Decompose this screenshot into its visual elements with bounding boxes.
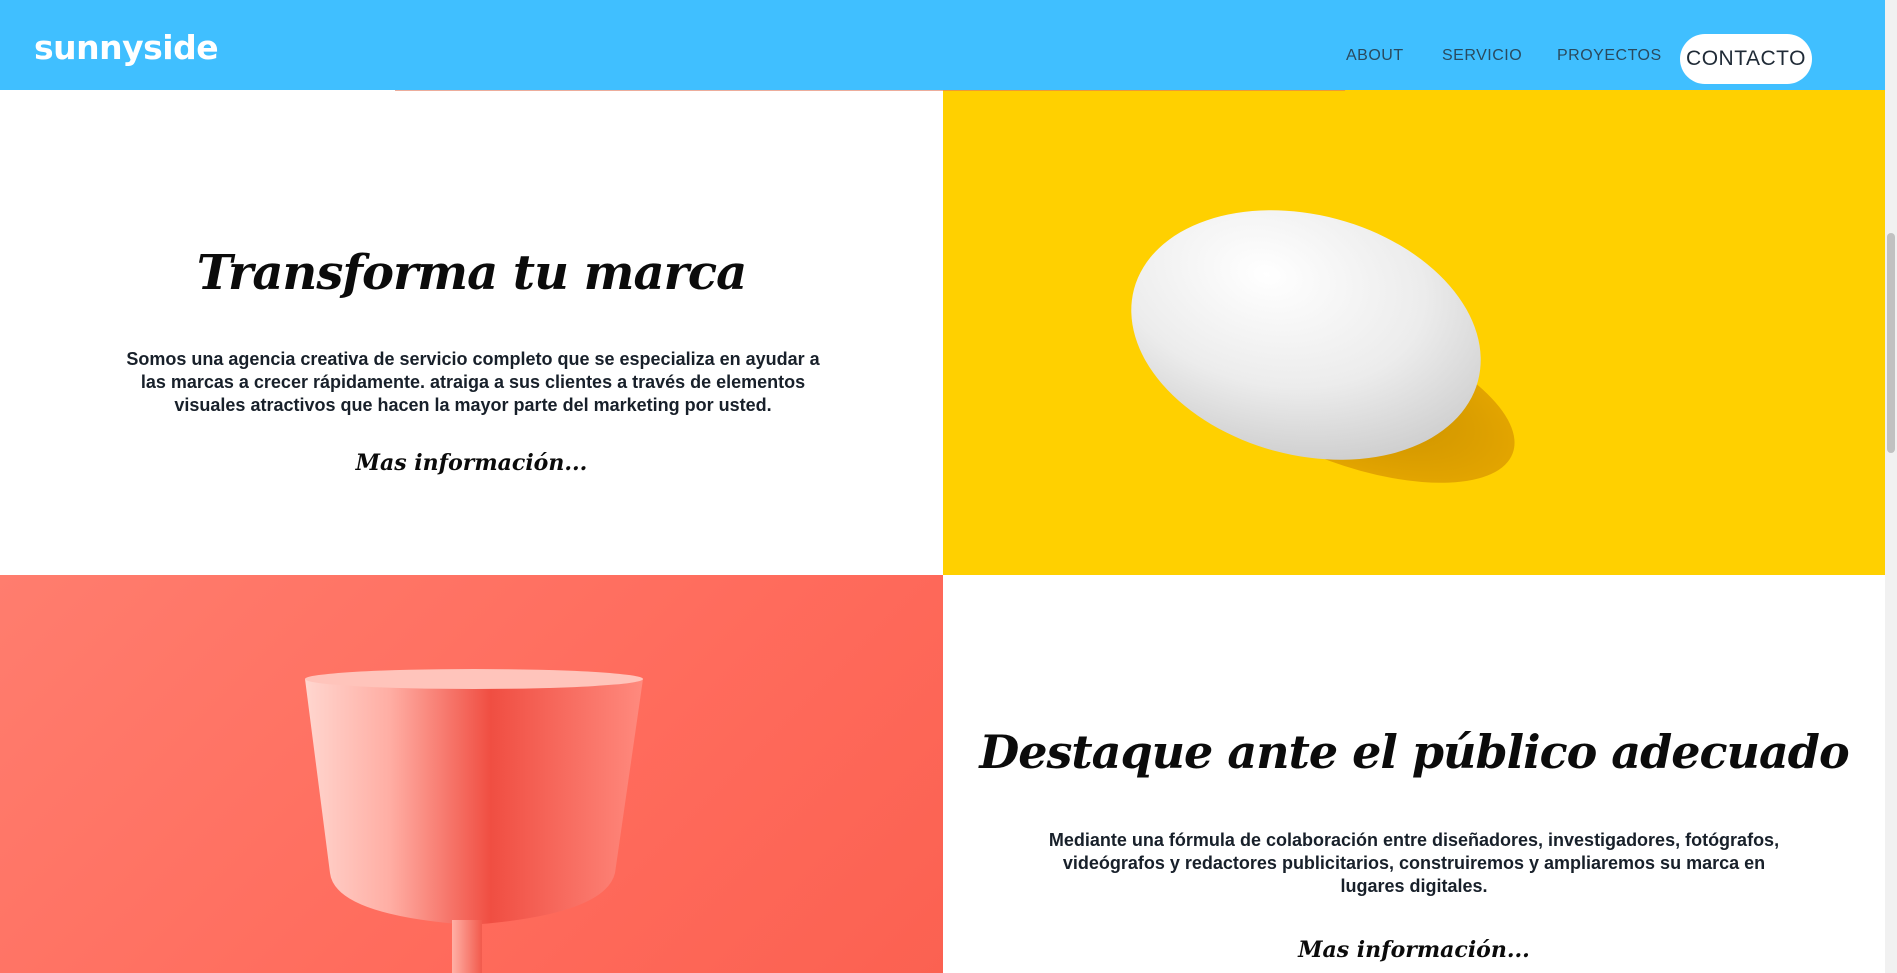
more-info-label[interactable]: Mas información... <box>351 450 592 478</box>
section-title-transform: Transforma tu marca <box>196 245 747 301</box>
section-body-stand-out: Mediante una fórmula de colaboración ent… <box>1048 830 1780 896</box>
site-logo[interactable]: sunnyside <box>34 28 219 67</box>
section-transform-text: Transforma tu marca Somos una agencia cr… <box>0 90 943 575</box>
cup-image <box>0 575 943 973</box>
egg-image <box>943 90 1885 575</box>
more-info-label[interactable]: Mas información... <box>1294 937 1534 965</box>
section-body-transform: Somos una agencia creativa de servicio c… <box>126 349 820 415</box>
section-title-stand-out: Destaque ante el público adecuado <box>979 725 1849 779</box>
site-header: sunnyside ABOUT SERVICIO PROYECTOS CONTA… <box>0 0 1885 90</box>
scrollbar-thumb[interactable] <box>1887 233 1895 453</box>
scrollbar-track[interactable] <box>1885 0 1897 973</box>
more-info-link-transform[interactable]: Mas información... <box>0 450 943 478</box>
more-info-link-stand-out[interactable]: Mas información... <box>943 937 1885 965</box>
contact-button[interactable]: CONTACTO <box>1680 34 1812 84</box>
section-stand-out-text: Destaque ante el público adecuado Median… <box>943 575 1885 973</box>
nav-proyectos[interactable]: PROYECTOS <box>1557 47 1662 65</box>
nav-about[interactable]: ABOUT <box>1346 47 1404 65</box>
egg-illustration <box>1131 210 1515 483</box>
nav-servicio[interactable]: SERVICIO <box>1442 47 1522 65</box>
cup-illustration <box>305 669 643 973</box>
